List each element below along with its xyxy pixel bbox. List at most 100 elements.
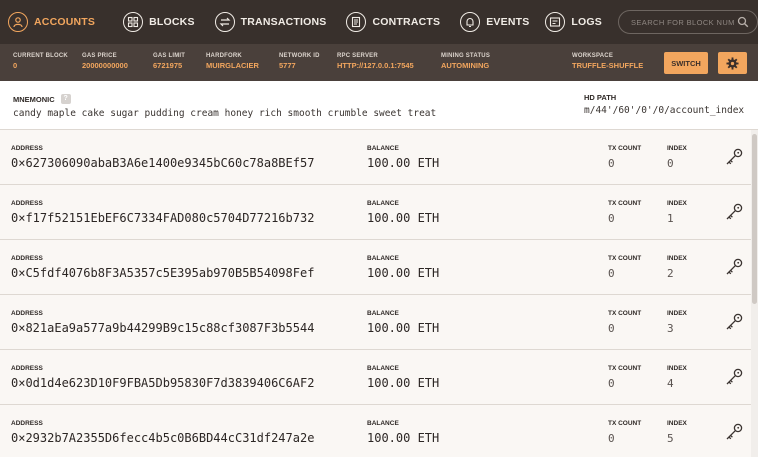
key-icon[interactable] (724, 422, 744, 442)
blocks-icon (123, 12, 144, 32)
address-label: ADDRESS (11, 365, 43, 372)
account-row[interactable]: ADDRESS 0×C5fdf4076b8F3A5357c5E395ab970B… (0, 240, 751, 295)
account-tx-count: 0 (608, 157, 615, 170)
account-index: 5 (667, 432, 674, 445)
tx-count-label: TX COUNT (608, 255, 642, 262)
settings-button[interactable] (718, 52, 747, 74)
address-label: ADDRESS (11, 145, 43, 152)
account-index: 0 (667, 157, 674, 170)
account-tx-count: 0 (608, 267, 615, 280)
account-row[interactable]: ADDRESS 0×627306090abaB3A6e1400e9345bC60… (0, 130, 751, 185)
key-icon[interactable] (724, 367, 744, 387)
stat-label: GAS LIMIT (153, 53, 186, 59)
stat-gas-price: GAS PRICE 20000000000 (82, 53, 128, 70)
hd-path-label: HD PATH (584, 93, 617, 102)
transactions-icon (214, 12, 235, 32)
nav-logs-label: LOGS (571, 16, 602, 28)
stat-label: HARDFORK (206, 53, 242, 59)
address-label: ADDRESS (11, 200, 43, 207)
top-nav: ACCOUNTS BLOCKS TRANSACTIONS CONTRACTS E… (0, 0, 758, 44)
tx-count-label: TX COUNT (608, 145, 642, 152)
key-icon[interactable] (724, 312, 744, 332)
stat-value: 20000000000 (82, 61, 128, 70)
nav-logs[interactable]: LOGS (537, 0, 608, 44)
account-balance: 100.00 ETH (367, 431, 440, 445)
account-tx-count: 0 (608, 322, 615, 335)
nav-transactions[interactable]: TRANSACTIONS (207, 0, 333, 44)
tx-count-label: TX COUNT (608, 365, 642, 372)
account-balance: 100.00 ETH (367, 156, 440, 170)
logs-icon (545, 12, 566, 32)
index-label: INDEX (667, 145, 687, 152)
account-balance: 100.00 ETH (367, 266, 440, 280)
balance-label: BALANCE (367, 420, 399, 427)
key-icon[interactable] (724, 257, 744, 277)
account-index: 3 (667, 322, 674, 335)
nav-events-label: EVENTS (486, 16, 530, 28)
mnemonic-label: MNEMONIC (13, 94, 55, 104)
mnemonic-value: candy maple cake sugar pudding cream hon… (13, 108, 437, 119)
key-icon[interactable] (724, 147, 744, 167)
status-bar: CURRENT BLOCK 0 GAS PRICE 20000000000 GA… (0, 44, 758, 81)
search-box[interactable] (617, 10, 758, 34)
accounts-list: ADDRESS 0×627306090abaB3A6e1400e9345bC60… (0, 130, 758, 457)
balance-label: BALANCE (367, 200, 399, 207)
gear-icon (726, 56, 739, 70)
stat-mining-status: MINING STATUS AUTOMINING (441, 53, 490, 70)
stat-current-block: CURRENT BLOCK 0 (13, 53, 68, 70)
nav-events[interactable]: EVENTS (452, 0, 535, 44)
index-label: INDEX (667, 365, 687, 372)
search-icon[interactable] (737, 16, 749, 28)
account-balance: 100.00 ETH (367, 376, 440, 390)
address-label: ADDRESS (11, 310, 43, 317)
stat-value: 0 (13, 61, 18, 70)
stat-label: CURRENT BLOCK (13, 53, 68, 59)
tx-count-label: TX COUNT (608, 310, 642, 317)
nav-transactions-label: TRANSACTIONS (240, 16, 327, 28)
nav-blocks[interactable]: BLOCKS (115, 0, 201, 44)
index-label: INDEX (667, 200, 687, 207)
nav-blocks-label: BLOCKS (149, 16, 195, 28)
search-input[interactable] (628, 16, 737, 28)
account-row[interactable]: ADDRESS 0×2932b7A2355D6fecc4b5c0B6BD44cC… (0, 405, 751, 457)
account-balance: 100.00 ETH (367, 211, 440, 225)
scrollbar-thumb[interactable] (752, 134, 757, 304)
index-label: INDEX (667, 255, 687, 262)
account-balance: 100.00 ETH (367, 321, 440, 335)
key-icon[interactable] (724, 202, 744, 222)
nav-contracts-label: CONTRACTS (372, 16, 441, 28)
stat-value: AUTOMINING (441, 61, 490, 70)
stat-workspace: WORKSPACE TRUFFLE-SHUFFLE (572, 53, 643, 70)
stat-label: NETWORK ID (279, 53, 320, 59)
contracts-icon (346, 12, 367, 32)
events-icon (460, 12, 481, 32)
switch-workspace-button[interactable]: SWITCH (664, 52, 708, 74)
account-address: 0×f17f52151EbEF6C7334FAD080c5704D77216b7… (11, 211, 315, 225)
tx-count-label: TX COUNT (608, 420, 642, 427)
account-index: 2 (667, 267, 674, 280)
account-address: 0×627306090abaB3A6e1400e9345bC60c78a8BEf… (11, 156, 315, 170)
stat-value: HTTP://127.0.0.1:7545 (337, 61, 414, 70)
account-row[interactable]: ADDRESS 0×821aEa9a577a9b44299B9c15c88cf3… (0, 295, 751, 350)
account-address: 0×2932b7A2355D6fecc4b5c0B6BD44cC31df247a… (11, 431, 315, 445)
balance-label: BALANCE (367, 365, 399, 372)
nav-accounts[interactable]: ACCOUNTS (0, 0, 101, 44)
account-row[interactable]: ADDRESS 0×f17f52151EbEF6C7334FAD080c5704… (0, 185, 751, 240)
scrollbar[interactable] (751, 130, 758, 457)
account-address: 0×821aEa9a577a9b44299B9c15c88cf3087F3b55… (11, 321, 315, 335)
nav-contracts[interactable]: CONTRACTS (338, 0, 446, 44)
index-label: INDEX (667, 310, 687, 317)
help-icon[interactable]: ? (60, 94, 71, 104)
stat-value: 6721975 (153, 61, 183, 70)
hd-path-value: m/44'/60'/0'/0/account_index (584, 105, 745, 116)
stat-label: GAS PRICE (82, 53, 117, 59)
account-address: 0×C5fdf4076b8F3A5357c5E395ab970B5B54098F… (11, 266, 315, 280)
address-label: ADDRESS (11, 255, 43, 262)
stat-value: 5777 (279, 61, 296, 70)
stat-label: MINING STATUS (441, 53, 491, 59)
account-row[interactable]: ADDRESS 0×0d1d4e623D10F9FBA5Db95830F7d38… (0, 350, 751, 405)
account-tx-count: 0 (608, 377, 615, 390)
mnemonic-panel: MNEMONIC ? candy maple cake sugar puddin… (0, 81, 758, 130)
index-label: INDEX (667, 420, 687, 427)
tx-count-label: TX COUNT (608, 200, 642, 207)
